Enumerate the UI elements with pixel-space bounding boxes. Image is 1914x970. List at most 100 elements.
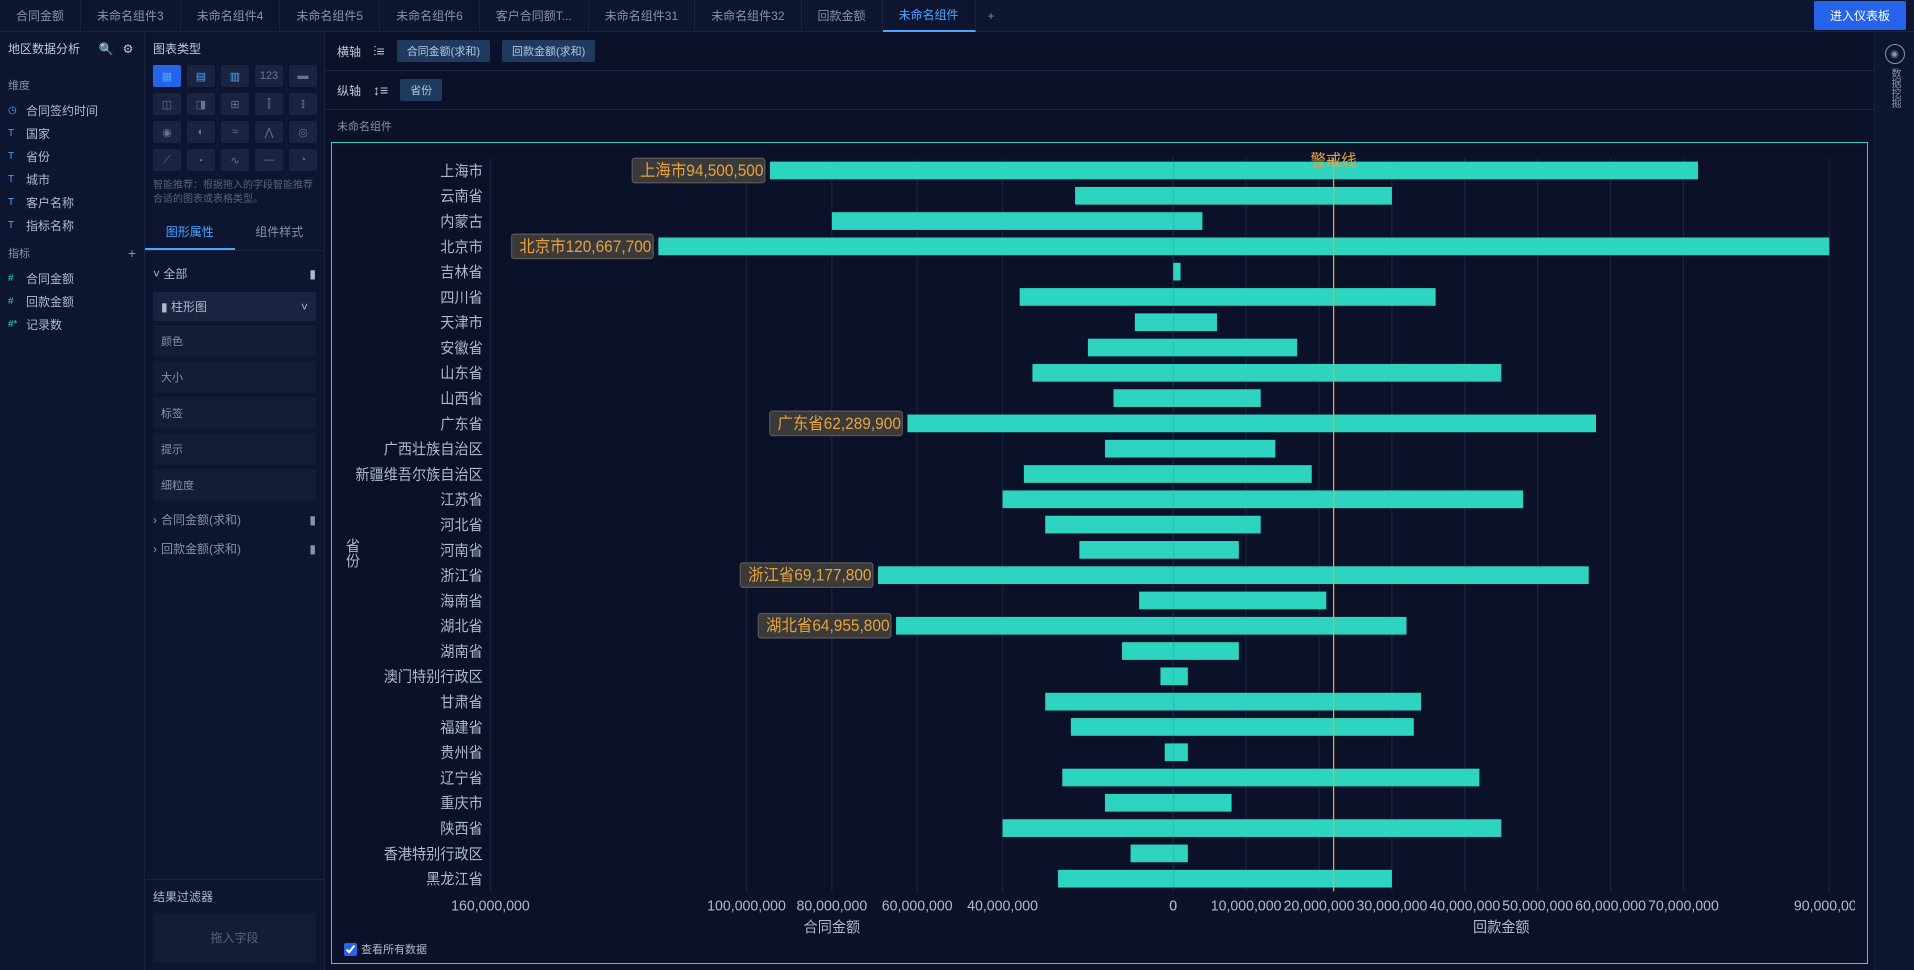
tab-7[interactable]: 未命名组件32 — [695, 0, 801, 32]
tab-6[interactable]: 未命名组件31 — [589, 0, 695, 32]
slot-标签[interactable]: 标签 — [153, 397, 316, 429]
bar-payment-福建省[interactable] — [1173, 718, 1414, 736]
tab-1[interactable]: 未命名组件3 — [81, 0, 181, 32]
chart-type-19[interactable]: ◔ — [289, 149, 317, 171]
bar-payment-天津市[interactable] — [1173, 313, 1217, 331]
bar-payment-浙江省[interactable] — [1173, 566, 1588, 584]
bar-payment-湖北省[interactable] — [1173, 617, 1406, 635]
chart-type-0[interactable]: ▦ — [153, 65, 181, 87]
metric-回款金额[interactable]: #回款金额 — [8, 290, 136, 313]
tab-8[interactable]: 回款金额 — [802, 0, 883, 32]
bar-payment-四川省[interactable] — [1173, 288, 1435, 306]
bar-contract-湖南省[interactable] — [1122, 642, 1173, 660]
bar-contract-黑龙江省[interactable] — [1058, 870, 1173, 888]
all-section[interactable]: 全部 — [163, 267, 187, 281]
bar-payment-香港特别行政区[interactable] — [1173, 845, 1188, 863]
bar-payment-吉林省[interactable] — [1173, 263, 1180, 281]
chart-type-14[interactable]: ◎ — [289, 121, 317, 143]
tab-3[interactable]: 未命名组件5 — [280, 0, 380, 32]
bar-contract-天津市[interactable] — [1135, 313, 1173, 331]
bar-payment-山东省[interactable] — [1173, 364, 1501, 382]
bar-contract-广东省[interactable] — [907, 415, 1173, 433]
bar-contract-四川省[interactable] — [1020, 288, 1174, 306]
dimension-客户名称[interactable]: T客户名称 — [8, 191, 136, 214]
filter-dropzone[interactable]: 拖入字段 — [153, 913, 316, 962]
bar-payment-云南省[interactable] — [1173, 187, 1392, 205]
tab-graphic-props[interactable]: 图形属性 — [145, 215, 235, 250]
chart-type-13[interactable]: ⋀ — [255, 121, 283, 143]
search-icon[interactable]: 🔍 — [98, 41, 114, 57]
dimension-城市[interactable]: T城市 — [8, 168, 136, 191]
tab-5[interactable]: 客户合同额T... — [480, 0, 589, 32]
tab-0[interactable]: 合同金额 — [0, 0, 81, 32]
enter-dashboard-button[interactable]: 进入仪表板 — [1814, 1, 1906, 30]
bar-payment-内蒙古[interactable] — [1173, 212, 1202, 230]
bar-contract-山西省[interactable] — [1114, 389, 1174, 407]
chart-type-11[interactable]: ◐ — [187, 121, 215, 143]
slot-大小[interactable]: 大小 — [153, 361, 316, 393]
slot-颜色[interactable]: 颜色 — [153, 325, 316, 357]
bar-payment-河北省[interactable] — [1173, 516, 1260, 534]
bar-contract-湖北省[interactable] — [896, 617, 1173, 635]
expand-回款金额(求和)[interactable]: ›回款金额(求和)▮ — [153, 534, 316, 563]
chart-type-15[interactable]: ⟋ — [153, 149, 181, 171]
bar-contract-新疆维吾尔族自治区[interactable] — [1024, 465, 1173, 483]
bar-payment-甘肃省[interactable] — [1173, 693, 1421, 711]
bar-contract-重庆市[interactable] — [1105, 794, 1173, 812]
bar-contract-海南省[interactable] — [1139, 592, 1173, 610]
tab-4[interactable]: 未命名组件6 — [380, 0, 480, 32]
chart-type-3[interactable]: 123 — [255, 65, 283, 87]
bar-payment-辽宁省[interactable] — [1173, 769, 1479, 787]
chart-type-8[interactable]: ⫿ — [255, 93, 283, 115]
view-all-data-checkbox[interactable] — [344, 943, 357, 956]
bar-payment-澳门特别行政区[interactable] — [1173, 667, 1188, 685]
chart-type-17[interactable]: ∿ — [221, 149, 249, 171]
bar-payment-上海市[interactable] — [1173, 162, 1698, 180]
h-axis-icon[interactable]: ⫶≡ — [373, 43, 385, 60]
tab-9[interactable]: 未命名组件 — [883, 0, 976, 32]
config-icon[interactable]: ⚙ — [120, 41, 136, 57]
bar-payment-河南省[interactable] — [1173, 541, 1239, 559]
bar-payment-重庆市[interactable] — [1173, 794, 1231, 812]
chart-type-4[interactable]: ▬ — [289, 65, 317, 87]
bar-payment-贵州省[interactable] — [1173, 743, 1188, 761]
slot-提示[interactable]: 提示 — [153, 433, 316, 465]
bar-payment-湖南省[interactable] — [1173, 642, 1239, 660]
bar-contract-贵州省[interactable] — [1165, 743, 1174, 761]
bar-payment-安徽省[interactable] — [1173, 339, 1297, 357]
bar-payment-山西省[interactable] — [1173, 389, 1260, 407]
chart-type-6[interactable]: ◨ — [187, 93, 215, 115]
bar-payment-广西壮族自治区[interactable] — [1173, 440, 1275, 458]
chart-type-16[interactable]: ・ — [187, 149, 215, 171]
chart-type-1[interactable]: ▤ — [187, 65, 215, 87]
add-metric-button[interactable]: + — [128, 245, 136, 261]
v-axis-icon[interactable]: ↕≡ — [373, 82, 388, 98]
bar-contract-上海市[interactable] — [770, 162, 1173, 180]
bar-payment-江苏省[interactable] — [1173, 490, 1523, 508]
bar-payment-广东省[interactable] — [1173, 415, 1596, 433]
slot-细粒度[interactable]: 细粒度 — [153, 469, 316, 501]
dimension-国家[interactable]: T国家 — [8, 122, 136, 145]
bar-contract-香港特别行政区[interactable] — [1131, 845, 1174, 863]
bar-contract-江苏省[interactable] — [1003, 490, 1174, 508]
bar-contract-浙江省[interactable] — [878, 566, 1173, 584]
bar-payment-新疆维吾尔族自治区[interactable] — [1173, 465, 1311, 483]
bar-payment-陕西省[interactable] — [1173, 819, 1501, 837]
chart-type-7[interactable]: ⊞ — [221, 93, 249, 115]
dimension-指标名称[interactable]: T指标名称 — [8, 214, 136, 237]
bar-contract-山东省[interactable] — [1032, 364, 1173, 382]
tab-component-style[interactable]: 组件样式 — [235, 215, 325, 250]
chart-shape-dropdown[interactable]: ▮ 柱形图˅ — [153, 292, 316, 321]
bar-contract-甘肃省[interactable] — [1045, 693, 1173, 711]
data-mining-icon[interactable]: ◉ — [1885, 44, 1905, 64]
dimension-合同签约时间[interactable]: ◷合同签约时间 — [8, 99, 136, 122]
bar-contract-北京市[interactable] — [658, 238, 1173, 256]
chart-type-18[interactable]: — — [255, 149, 283, 171]
dimension-省份[interactable]: T省份 — [8, 145, 136, 168]
bar-contract-河北省[interactable] — [1045, 516, 1173, 534]
bar-payment-黑龙江省[interactable] — [1173, 870, 1392, 888]
v-pill-province[interactable]: 省份 — [400, 79, 442, 101]
bar-contract-广西壮族自治区[interactable] — [1105, 440, 1173, 458]
chart-type-5[interactable]: ◫ — [153, 93, 181, 115]
bar-contract-辽宁省[interactable] — [1062, 769, 1173, 787]
